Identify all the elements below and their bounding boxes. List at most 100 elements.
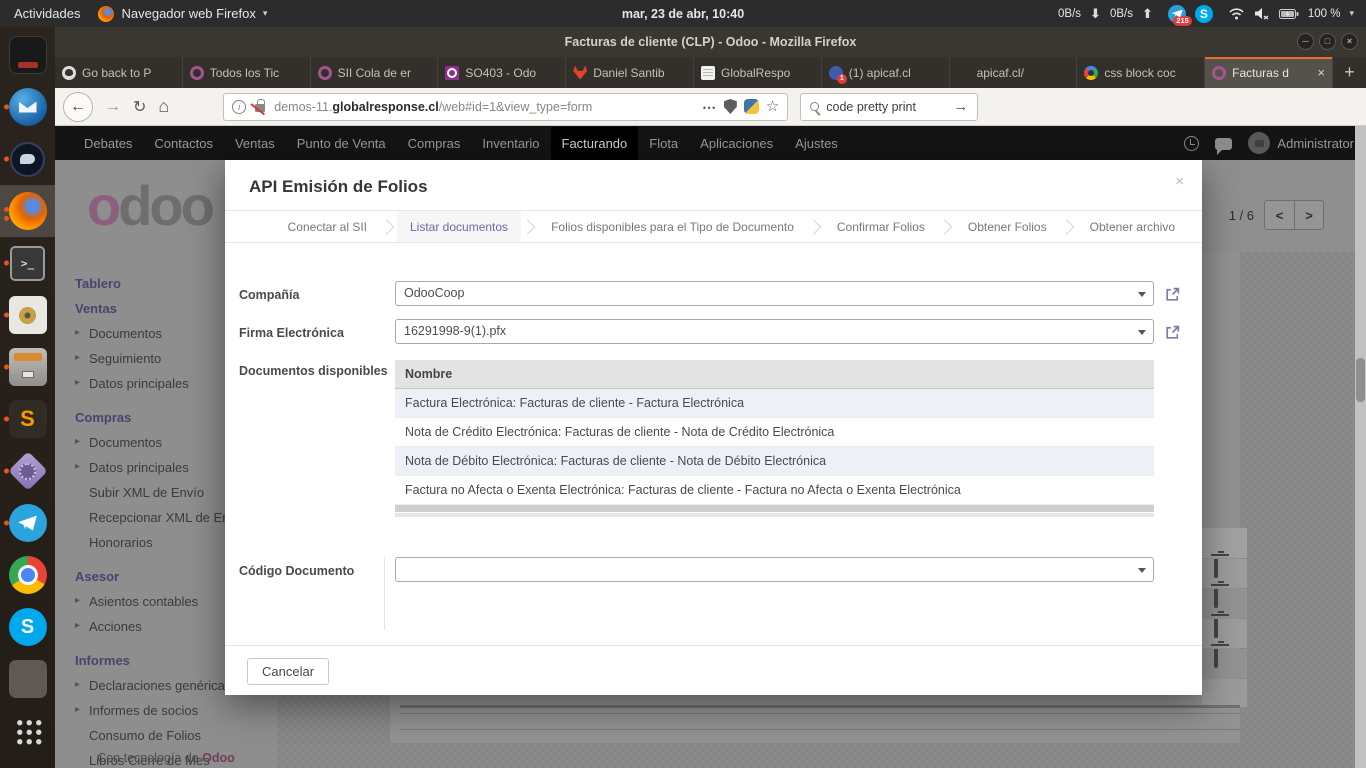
bookmark-star-icon[interactable]: ☆ bbox=[766, 99, 779, 114]
toolbar-icon[interactable] bbox=[1268, 98, 1286, 116]
scrollbar-thumb[interactable] bbox=[1356, 358, 1365, 402]
signature-select[interactable]: 16291998-9(1).pfx bbox=[395, 319, 1154, 344]
signature-external-link-icon[interactable] bbox=[1154, 319, 1188, 346]
trash-icon[interactable] bbox=[1214, 619, 1218, 638]
dock-item[interactable] bbox=[0, 549, 55, 601]
company-external-link-icon[interactable] bbox=[1154, 281, 1188, 308]
odoo-menu-item[interactable]: Ventas bbox=[224, 127, 286, 160]
page-scrollbar[interactable] bbox=[1355, 126, 1366, 768]
wizard-step[interactable]: Folios disponibles para el Tipo de Docum… bbox=[538, 211, 807, 242]
pager-previous-button[interactable]: < bbox=[1265, 201, 1294, 229]
browser-tab[interactable]: (1) apicaf.cl bbox=[821, 57, 949, 88]
url-bar[interactable]: demos-11.globalresponse.cl/web#id=1&view… bbox=[223, 93, 788, 121]
odoo-menu-item[interactable]: Punto de Venta bbox=[286, 127, 397, 160]
table-row[interactable]: Factura no Afecta o Exenta Electrónica: … bbox=[395, 476, 1154, 505]
browser-tab[interactable]: Todos los Tic bbox=[182, 57, 310, 88]
toolbar-icon[interactable] bbox=[1136, 98, 1154, 116]
toolbar-icon[interactable] bbox=[1202, 98, 1220, 116]
tab-close-button[interactable]: × bbox=[1311, 65, 1325, 80]
shield-icon[interactable] bbox=[724, 99, 737, 114]
browser-tab[interactable]: Daniel Santib bbox=[565, 57, 693, 88]
skype-indicator-icon[interactable]: S bbox=[1195, 5, 1213, 23]
forward-button[interactable]: → bbox=[105, 98, 121, 116]
trash-icon[interactable] bbox=[1214, 589, 1218, 608]
activities-button[interactable]: Actividades bbox=[14, 6, 80, 21]
dock-item[interactable] bbox=[0, 185, 55, 237]
odoo-menu-item[interactable]: Inventario bbox=[471, 127, 550, 160]
dock-item[interactable] bbox=[0, 601, 55, 653]
table-row[interactable]: Nota de Crédito Electrónica: Facturas de… bbox=[395, 418, 1154, 447]
toolbar-icon[interactable] bbox=[1235, 98, 1253, 116]
wizard-step[interactable]: Obtener Folios bbox=[955, 211, 1060, 242]
table-row[interactable]: Nota de Débito Electrónica: Facturas de … bbox=[395, 447, 1154, 476]
python-extension-icon[interactable] bbox=[744, 99, 759, 114]
odoo-menu-item[interactable]: Aplicaciones bbox=[689, 127, 784, 160]
odoo-menu-item[interactable]: Compras bbox=[397, 127, 472, 160]
odoo-menu-item[interactable]: Debates bbox=[73, 127, 143, 160]
dock-item[interactable] bbox=[0, 393, 55, 445]
dock-item[interactable] bbox=[0, 237, 55, 289]
dock-item[interactable] bbox=[0, 653, 55, 705]
system-clock[interactable]: mar, 23 de abr, 10:40 bbox=[622, 7, 744, 21]
telegram-indicator-icon[interactable]: 215 bbox=[1168, 5, 1186, 23]
close-button[interactable]: × bbox=[1341, 33, 1358, 50]
dock-item[interactable] bbox=[0, 133, 55, 185]
company-select[interactable]: OdooCoop bbox=[395, 281, 1154, 306]
doc-code-select[interactable] bbox=[395, 557, 1154, 582]
search-input[interactable]: code pretty print → bbox=[800, 93, 978, 121]
table-row[interactable]: Factura Electrónica: Facturas de cliente… bbox=[395, 389, 1154, 418]
back-button[interactable]: ← bbox=[63, 92, 93, 122]
volume-muted-icon[interactable] bbox=[1254, 7, 1270, 20]
insecure-lock-icon[interactable] bbox=[255, 104, 265, 112]
browser-tab[interactable]: Facturas d × bbox=[1204, 57, 1332, 88]
trash-icon[interactable] bbox=[1214, 649, 1218, 668]
toolbar-icon[interactable] bbox=[1334, 98, 1352, 116]
search-go-icon[interactable]: → bbox=[953, 98, 968, 115]
user-menu[interactable]: Administrator bbox=[1248, 132, 1354, 154]
dock-item[interactable] bbox=[0, 289, 55, 341]
messages-icon[interactable] bbox=[1215, 138, 1232, 150]
page-info-icon[interactable] bbox=[232, 100, 246, 114]
sidebar-item[interactable]: Consumo de Folios bbox=[75, 723, 271, 748]
odoo-menu-item[interactable]: Ajustes bbox=[784, 127, 849, 160]
dock-item[interactable] bbox=[0, 445, 55, 497]
window-titlebar[interactable]: Facturas de cliente (CLP) - Odoo - Mozil… bbox=[55, 27, 1366, 57]
dock-item[interactable] bbox=[0, 341, 55, 393]
page-actions-icon[interactable] bbox=[703, 100, 717, 114]
browser-tab[interactable]: css block coc bbox=[1076, 57, 1204, 88]
dock-item[interactable] bbox=[0, 29, 55, 81]
toolbar-icon[interactable] bbox=[1301, 98, 1319, 116]
browser-tab[interactable]: SII Cola de er bbox=[310, 57, 438, 88]
browser-tab[interactable]: SO403 - Odo bbox=[437, 57, 565, 88]
toolbar-icon[interactable] bbox=[1103, 98, 1121, 116]
browser-tab[interactable]: GlobalRespo bbox=[693, 57, 821, 88]
wifi-icon[interactable] bbox=[1228, 7, 1245, 20]
dock-item[interactable] bbox=[0, 497, 55, 549]
dock-item[interactable] bbox=[0, 705, 55, 757]
pager-next-button[interactable]: > bbox=[1294, 201, 1323, 229]
wizard-step[interactable]: Obtener archivo bbox=[1077, 211, 1188, 242]
battery-icon[interactable] bbox=[1279, 8, 1299, 20]
browser-tab[interactable]: Go back to P bbox=[55, 57, 182, 88]
wizard-step[interactable]: Confirmar Folios bbox=[824, 211, 938, 242]
new-tab-button[interactable]: + bbox=[1332, 57, 1366, 88]
wizard-step[interactable]: Conectar al SII bbox=[275, 211, 380, 242]
dock-item[interactable] bbox=[0, 81, 55, 133]
maximize-button[interactable]: □ bbox=[1319, 33, 1336, 50]
odoo-menu-item[interactable]: Contactos bbox=[143, 127, 224, 160]
odoo-menu-item[interactable]: Flota bbox=[638, 127, 689, 160]
wizard-step[interactable]: Listar documentos bbox=[397, 211, 521, 242]
toolbar-icon[interactable] bbox=[1169, 98, 1187, 116]
modal-close-icon[interactable]: × bbox=[1175, 173, 1184, 190]
table-scrollbar[interactable] bbox=[395, 505, 1154, 512]
cancel-button[interactable]: Cancelar bbox=[247, 658, 329, 685]
activity-clock-icon[interactable] bbox=[1184, 136, 1199, 151]
minimize-button[interactable]: ─ bbox=[1297, 33, 1314, 50]
trash-icon[interactable] bbox=[1214, 559, 1218, 578]
app-menu[interactable]: Navegador web Firefox ▾ bbox=[98, 6, 267, 22]
home-button[interactable]: ⌂ bbox=[158, 96, 169, 117]
chevron-down-icon[interactable]: ▾ bbox=[1349, 8, 1354, 19]
reload-button[interactable]: ↻ bbox=[133, 97, 146, 117]
sidebar-item[interactable]: Informes de socios bbox=[75, 698, 271, 723]
browser-tab[interactable]: apicaf.cl/ bbox=[949, 57, 1077, 88]
